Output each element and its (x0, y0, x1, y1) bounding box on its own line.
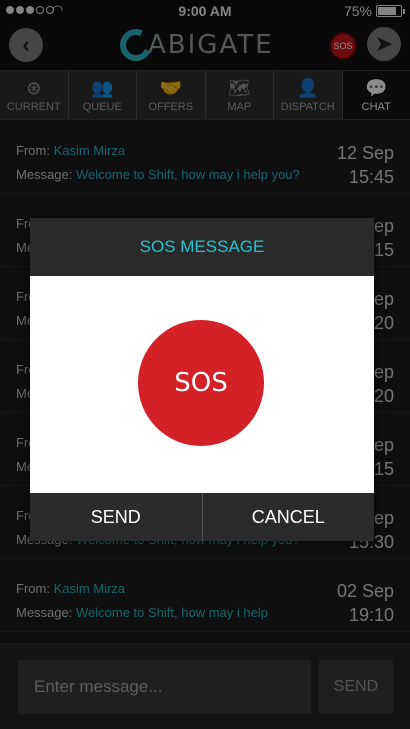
sos-send-button[interactable]: SEND (30, 493, 203, 541)
sos-circle-icon: SOS (138, 320, 264, 446)
sos-dialog-actions: SEND CANCEL (30, 493, 374, 541)
sos-dialog-title: SOS MESSAGE (30, 218, 374, 276)
sos-cancel-button[interactable]: CANCEL (203, 493, 375, 541)
sos-dialog-body: SOS (30, 276, 374, 493)
sos-dialog: SOS MESSAGE SOS SEND CANCEL (30, 218, 374, 541)
